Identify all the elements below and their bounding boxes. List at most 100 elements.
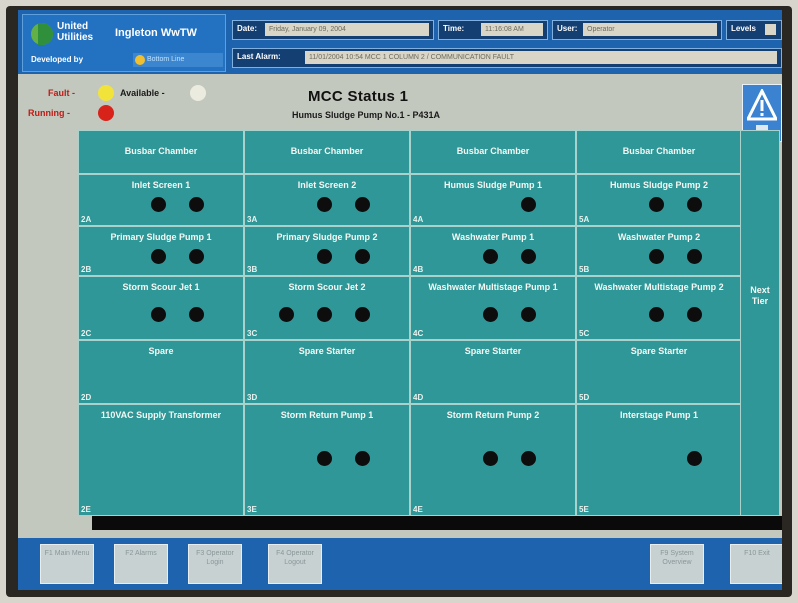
busbar-chamber-cell: Busbar Chamber: [78, 130, 244, 174]
company-name: United Utilities: [57, 21, 94, 43]
off-status-lamp: [521, 307, 536, 322]
mcc-cell-title: Storm Scour Jet 2: [288, 282, 366, 292]
levels-button[interactable]: Levels: [726, 20, 782, 40]
mcc-cell-4a[interactable]: Humus Sludge Pump 1 4A: [410, 174, 576, 226]
page-subtitle: Humus Sludge Pump No.1 - P431A: [292, 110, 441, 120]
off-status-lamp: [687, 307, 702, 322]
mcc-cell-5d: Spare Starter 5D: [576, 340, 742, 404]
function-key-6[interactable]: F10 Exit: [730, 544, 782, 584]
mcc-cell-id: 4A: [413, 215, 424, 224]
off-status-lamp: [151, 197, 166, 212]
mcc-cell-2d: Spare 2D: [78, 340, 244, 404]
available-status-lamp: [611, 307, 626, 322]
function-key-1[interactable]: F1 Main Menu: [40, 544, 94, 584]
off-status-lamp: [483, 451, 498, 466]
mcc-cell-3a[interactable]: Inlet Screen 2 3A: [244, 174, 410, 226]
function-key-4[interactable]: F4 Operator Logout: [268, 544, 322, 584]
mcc-cell-title: Primary Sludge Pump 2: [276, 232, 378, 242]
running-status-lamp: [483, 197, 498, 212]
mcc-cell-title: Inlet Screen 1: [131, 180, 191, 190]
mcc-cell-4c[interactable]: Washwater Multistage Pump 1 4C: [410, 276, 576, 340]
off-status-lamp: [521, 249, 536, 264]
available-status-lamp: [445, 249, 460, 264]
mcc-cell-id: 4E: [413, 505, 423, 514]
next-tier-button[interactable]: Next Tier: [740, 130, 780, 516]
mcc-cell-3e[interactable]: Storm Return Pump 1 3E: [244, 404, 410, 516]
off-status-lamp: [189, 307, 204, 322]
mcc-cell-5c[interactable]: Washwater Multistage Pump 2 5C: [576, 276, 742, 340]
available-status-lamp: [113, 249, 128, 264]
mcc-cell-2e: 110VAC Supply Transformer 2E: [78, 404, 244, 516]
mcc-cell-4b[interactable]: Washwater Pump 1 4B: [410, 226, 576, 276]
warning-triangle-icon: [747, 89, 777, 131]
off-status-lamp: [317, 451, 332, 466]
fault-legend-label: Fault -: [48, 88, 75, 98]
mcc-cell-5e[interactable]: Interstage Pump 1 5E: [576, 404, 742, 516]
mcc-cell-id: 3D: [247, 393, 258, 402]
user-box: User: Operator: [552, 20, 722, 40]
off-status-lamp: [483, 249, 498, 264]
mcc-cell-title: Washwater Pump 2: [617, 232, 701, 242]
mcc-cell-id: 4B: [413, 265, 424, 274]
function-key-2[interactable]: F2 Alarms: [114, 544, 168, 584]
available-status-lamp: [113, 197, 128, 212]
running-status-lamp: [649, 451, 664, 466]
last-alarm-label: Last Alarm:: [237, 52, 281, 61]
off-status-lamp: [483, 307, 498, 322]
last-alarm-value: 11/01/2004 10:54 MCC 1 COLUMN 2 / COMMUN…: [305, 51, 777, 64]
function-key-5[interactable]: F9 System Overview: [650, 544, 704, 584]
mcc-cell-id: 3B: [247, 265, 258, 274]
date-box: Date: Friday, January 09, 2004: [232, 20, 434, 40]
mcc-cell-id: 2D: [81, 393, 92, 402]
mcc-cell-4d: Spare Starter 4D: [410, 340, 576, 404]
mcc-cell-id: 5D: [579, 393, 590, 402]
off-status-lamp: [317, 249, 332, 264]
last-alarm-box: Last Alarm: 11/01/2004 10:54 MCC 1 COLUM…: [232, 48, 782, 68]
mcc-cell-2b[interactable]: Primary Sludge Pump 1 2B: [78, 226, 244, 276]
mcc-cell-title: Primary Sludge Pump 1: [110, 232, 212, 242]
off-status-lamp: [649, 249, 664, 264]
mcc-cell-title: Interstage Pump 1: [619, 410, 699, 420]
mcc-cell-3b[interactable]: Primary Sludge Pump 2 3B: [244, 226, 410, 276]
mcc-cell-3c[interactable]: Storm Scour Jet 2 3C: [244, 276, 410, 340]
off-status-lamp: [317, 197, 332, 212]
mcc-cell-4e[interactable]: Storm Return Pump 2 4E: [410, 404, 576, 516]
off-status-lamp: [521, 451, 536, 466]
available-status-lamp: [611, 197, 626, 212]
mcc-cell-title: Spare Starter: [298, 346, 356, 356]
off-status-lamp: [355, 197, 370, 212]
busbar-chamber-label: Busbar Chamber: [124, 146, 198, 156]
time-value: 11:16:08 AM: [481, 23, 543, 36]
available-status-lamp: [279, 451, 294, 466]
available-status-lamp: [113, 307, 128, 322]
function-key-bar: F1 Main Menu F2 Alarms F3 Operator Login F4…: [18, 538, 782, 590]
mcc-cell-id: 5E: [579, 505, 589, 514]
mcc-cell-title: Humus Sludge Pump 1: [443, 180, 542, 190]
levels-checkbox[interactable]: [765, 24, 776, 35]
mcc-cell-id: 4D: [413, 393, 424, 402]
mcc-cell-title: Inlet Screen 2: [297, 180, 357, 190]
off-status-lamp: [355, 307, 370, 322]
available-status-lamp: [445, 197, 460, 212]
running-legend-label: Running -: [28, 108, 70, 118]
available-status-lamp: [611, 249, 626, 264]
off-status-lamp: [687, 197, 702, 212]
mcc-cell-title: 110VAC Supply Transformer: [100, 410, 222, 420]
mcc-cell-2c[interactable]: Storm Scour Jet 1 2C: [78, 276, 244, 340]
mcc-cell-5a[interactable]: Humus Sludge Pump 2 5A: [576, 174, 742, 226]
off-status-lamp: [521, 197, 536, 212]
mcc-cell-2a[interactable]: Inlet Screen 1 2A: [78, 174, 244, 226]
busbar-chamber-cell: Busbar Chamber: [410, 130, 576, 174]
mcc-cell-id: 3E: [247, 505, 257, 514]
mcc-cell-title: Spare Starter: [464, 346, 522, 356]
off-status-lamp: [687, 249, 702, 264]
available-status-lamp: [279, 197, 294, 212]
available-status-lamp: [445, 307, 460, 322]
levels-label: Levels: [731, 24, 756, 33]
function-key-3[interactable]: F3 Operator Login: [188, 544, 242, 584]
mcc-cell-id: 2B: [81, 265, 92, 274]
mcc-cell-title: Washwater Pump 1: [451, 232, 535, 242]
time-box: Time: 11:16:08 AM: [438, 20, 548, 40]
mcc-cell-5b[interactable]: Washwater Pump 2 5B: [576, 226, 742, 276]
developer-logo: Bottom Line: [133, 53, 223, 67]
